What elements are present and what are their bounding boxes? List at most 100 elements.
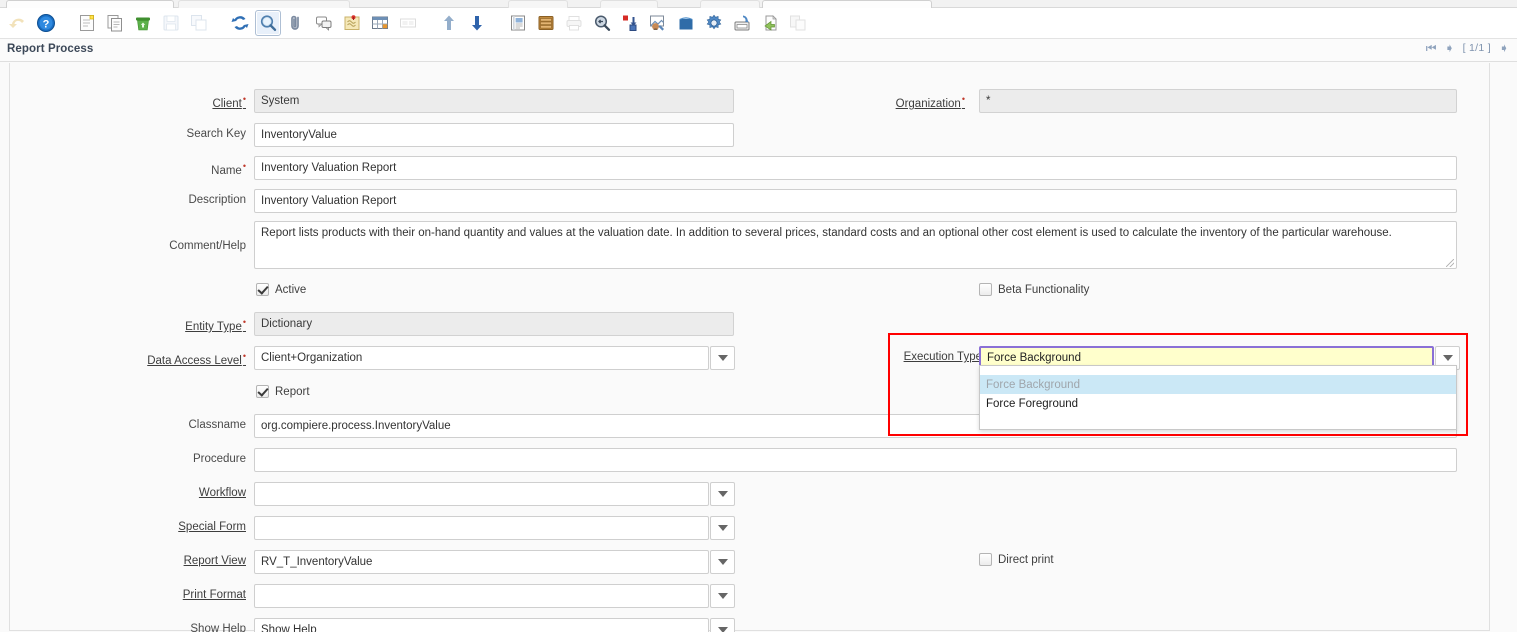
field-procedure[interactable] (254, 448, 1457, 472)
zoom-across-icon[interactable] (617, 10, 643, 36)
label-description: Description (188, 194, 246, 206)
copy-record-icon[interactable] (102, 10, 128, 36)
label-print-format[interactable]: Print Format (150, 589, 246, 601)
show-help-dropdown-button[interactable] (710, 618, 735, 632)
refresh-icon[interactable] (227, 10, 253, 36)
checkbox-direct-print[interactable]: Direct print (979, 553, 1054, 566)
label-name: Name• (211, 161, 246, 177)
chevron-down-icon (717, 559, 728, 565)
window-title-bar: Report Process ⏮ ➧ [ 1/1 ] ➧ (0, 39, 1517, 62)
execution-type-dropdown-list[interactable]: Force Background Force Foreground (979, 365, 1457, 430)
save-new-icon[interactable] (186, 10, 212, 36)
process-icon[interactable] (701, 10, 727, 36)
parent-record-icon[interactable] (436, 10, 462, 36)
record-navigation: ⏮ ➧ [ 1/1 ] ➧ (1426, 42, 1509, 54)
label-execution-type[interactable]: Execution Type (886, 351, 982, 363)
browser-tab[interactable] (508, 0, 568, 8)
save-icon[interactable] (158, 10, 184, 36)
dropdown-option-force-background[interactable]: Force Background (980, 375, 1456, 394)
label-special-form[interactable]: Special Form (150, 521, 246, 533)
label-search-key: Search Key (186, 128, 246, 140)
attach-file-icon[interactable] (757, 10, 783, 36)
label-classname: Classname (188, 419, 246, 431)
detail-record-icon[interactable] (464, 10, 490, 36)
active-workflow-icon[interactable] (645, 10, 671, 36)
dropdown-option-force-foreground[interactable]: Force Foreground (980, 394, 1456, 413)
new-record-icon[interactable] (74, 10, 100, 36)
export-icon[interactable] (729, 10, 755, 36)
archive-icon[interactable] (533, 10, 559, 36)
checkbox-active-label: Active (275, 283, 307, 296)
chevron-down-icon (717, 627, 728, 632)
checkbox-report-label: Report (275, 385, 310, 398)
new-window-icon[interactable] (785, 10, 811, 36)
undo-icon[interactable] (5, 10, 31, 36)
next-page-icon[interactable]: ➧ (1499, 42, 1509, 54)
label-organization[interactable]: Organization• (840, 94, 965, 110)
report-icon[interactable] (505, 10, 531, 36)
label-workflow[interactable]: Workflow (166, 487, 246, 499)
browser-tab-active[interactable] (762, 0, 932, 8)
field-data-access-level[interactable]: Client+Organization (254, 346, 709, 370)
product-info-icon[interactable] (673, 10, 699, 36)
application-window: ? Report Process ⏮ ➧ [1/1] ➧ Client• S… (0, 0, 1517, 632)
browser-tab[interactable] (178, 0, 350, 8)
delete-record-icon[interactable] (130, 10, 156, 36)
field-workflow[interactable] (254, 482, 709, 506)
report-view-dropdown-button[interactable] (710, 550, 735, 574)
checkbox-beta-functionality[interactable]: Beta Functionality (979, 283, 1089, 296)
checkbox-beta-functionality-label: Beta Functionality (998, 283, 1090, 296)
history-icon[interactable] (395, 10, 421, 36)
page-title: Report Process (7, 43, 94, 55)
field-special-form[interactable] (254, 516, 709, 540)
field-search-key[interactable]: InventoryValue (254, 123, 734, 147)
checkbox-direct-print-label: Direct print (998, 553, 1054, 566)
grid-toggle-icon[interactable] (367, 10, 393, 36)
special-form-dropdown-button[interactable] (710, 516, 735, 540)
checkbox-report[interactable]: Report (256, 385, 310, 398)
field-print-format[interactable] (254, 584, 709, 608)
chevron-down-icon (717, 525, 728, 531)
field-comment-help[interactable]: Report lists products with their on-hand… (254, 221, 1457, 269)
chat-icon[interactable] (311, 10, 337, 36)
field-name[interactable]: Inventory Valuation Report (254, 156, 1457, 180)
page-indicator: [ 1/1 ] (1462, 42, 1491, 54)
browser-tab-strip (0, 0, 1517, 8)
resize-grip-icon[interactable] (1446, 259, 1454, 267)
print-preview-icon[interactable] (589, 10, 615, 36)
report-process-form: Client• System Organization• * Search Ke… (9, 63, 1490, 632)
chevron-down-icon (1442, 355, 1453, 361)
prev-page-icon[interactable]: ➧ (1445, 42, 1455, 54)
label-procedure: Procedure (192, 453, 246, 465)
field-entity-type: Dictionary (254, 312, 734, 336)
checkbox-report-box[interactable] (256, 385, 269, 398)
toolbar: ? (0, 8, 1517, 39)
workflow-dropdown-button[interactable] (710, 482, 735, 506)
checkbox-active-box[interactable] (256, 283, 269, 296)
data-access-level-dropdown-button[interactable] (710, 346, 735, 370)
checkbox-direct-print-box[interactable] (979, 553, 992, 566)
browser-tab[interactable] (700, 0, 760, 8)
print-format-dropdown-button[interactable] (710, 584, 735, 608)
label-client[interactable]: Client• (170, 94, 246, 110)
field-description[interactable]: Inventory Valuation Report (254, 189, 1457, 213)
label-report-view[interactable]: Report View (150, 555, 246, 567)
field-report-view[interactable]: RV_T_InventoryValue (254, 550, 709, 574)
field-organization: * (979, 89, 1457, 113)
label-data-access-level[interactable]: Data Access Level• (128, 351, 246, 367)
browser-tab[interactable] (600, 0, 658, 8)
note-icon[interactable] (339, 10, 365, 36)
attachment-icon[interactable] (283, 10, 309, 36)
checkbox-beta-functionality-box[interactable] (979, 283, 992, 296)
label-entity-type[interactable]: Entity Type• (150, 317, 246, 333)
field-show-help[interactable]: Show Help (254, 618, 709, 632)
help-icon[interactable]: ? (33, 10, 59, 36)
print-icon[interactable] (561, 10, 587, 36)
label-show-help: Show Help (190, 623, 246, 632)
find-icon[interactable] (255, 10, 281, 36)
first-page-icon[interactable]: ⏮ (1426, 42, 1437, 54)
form-canvas: Client• System Organization• * Search Ke… (0, 62, 1517, 632)
chevron-down-icon (717, 593, 728, 599)
checkbox-active[interactable]: Active (256, 283, 306, 296)
browser-tab[interactable] (6, 0, 174, 8)
